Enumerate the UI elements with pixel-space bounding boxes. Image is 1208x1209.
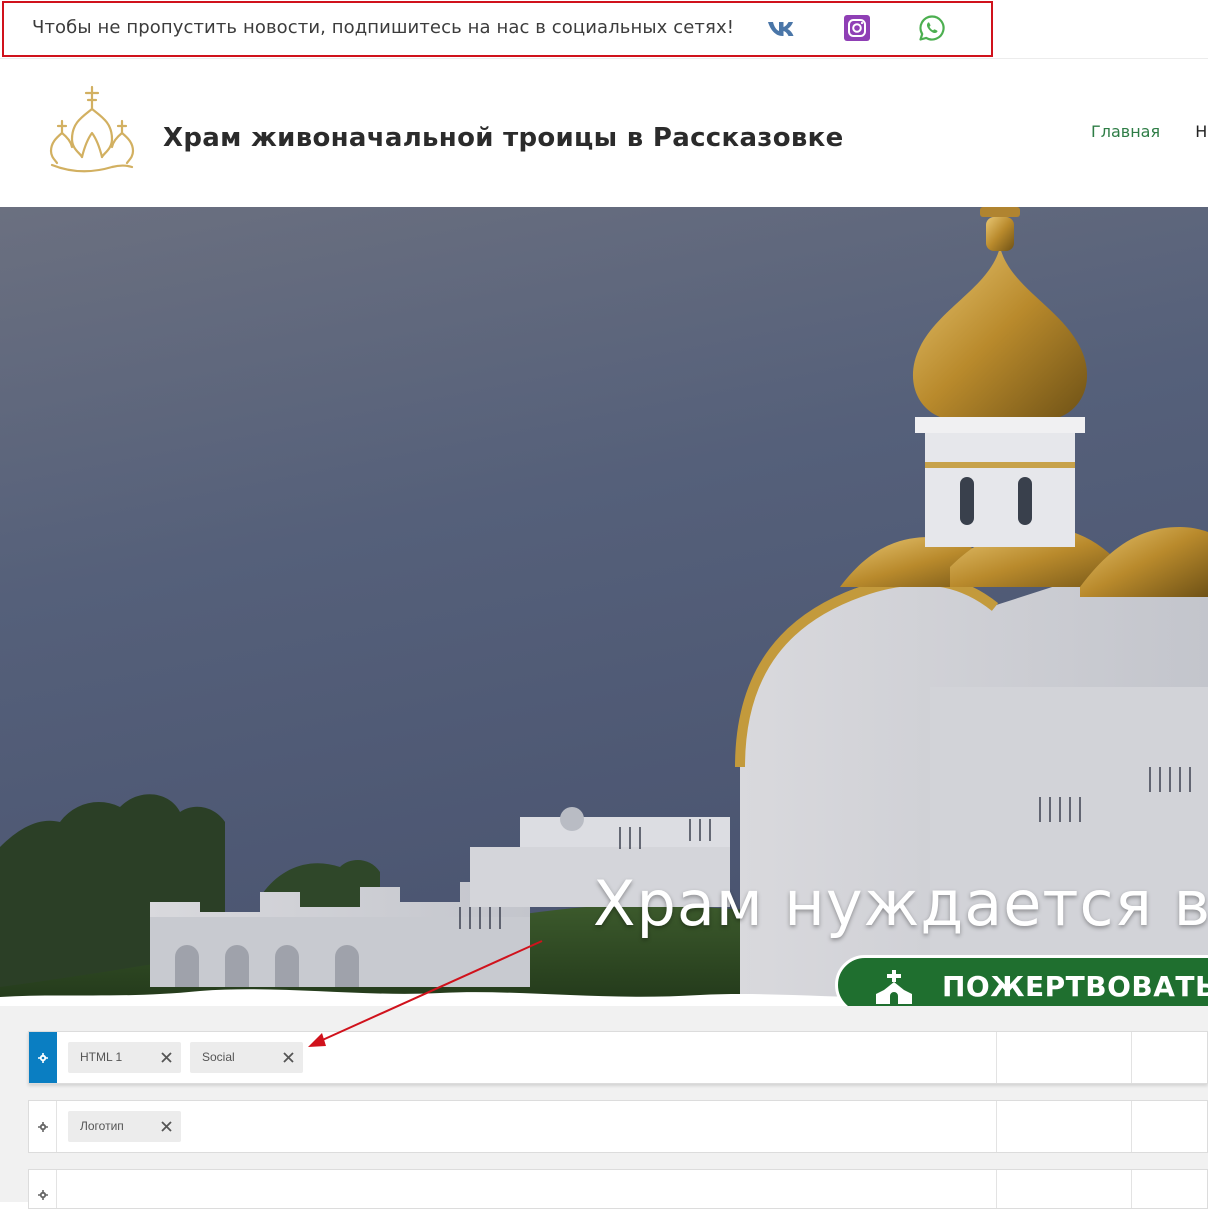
church-logo-icon[interactable] bbox=[46, 83, 138, 179]
vk-icon[interactable] bbox=[766, 14, 794, 42]
row-settings-handle[interactable] bbox=[29, 1101, 57, 1152]
column-divider bbox=[996, 1101, 997, 1152]
gear-icon bbox=[38, 1190, 48, 1200]
builder-row-bottom[interactable] bbox=[28, 1169, 1208, 1209]
row-settings-handle[interactable] bbox=[29, 1032, 57, 1083]
column-divider bbox=[1131, 1032, 1132, 1083]
close-icon[interactable] bbox=[161, 1121, 172, 1132]
main-nav: Главная Но bbox=[1091, 122, 1208, 141]
chip-label: Social bbox=[202, 1050, 235, 1064]
nav-item-home[interactable]: Главная bbox=[1091, 122, 1160, 141]
column-divider bbox=[996, 1170, 997, 1208]
element-chip-social[interactable]: Social bbox=[190, 1042, 303, 1073]
close-icon[interactable] bbox=[283, 1052, 294, 1063]
column-divider bbox=[1131, 1101, 1132, 1152]
donate-label: ПОЖЕРТВОВАТЬ bbox=[942, 970, 1208, 1003]
topbar-message: Чтобы не пропустить новости, подпишитесь… bbox=[32, 17, 735, 38]
whatsapp-icon[interactable] bbox=[918, 14, 946, 42]
chip-label: Логотип bbox=[80, 1119, 124, 1133]
site-header: Храм живоначальной троицы в Рассказовке … bbox=[0, 59, 1208, 206]
nav-item-news[interactable]: Но bbox=[1195, 122, 1208, 141]
hero-heading: Храм нуждается в bbox=[593, 867, 1208, 940]
church-icon bbox=[876, 970, 912, 1004]
chip-label: HTML 1 bbox=[80, 1050, 123, 1064]
social-topbar: Чтобы не пропустить новости, подпишитесь… bbox=[0, 0, 1208, 59]
element-chip-html1[interactable]: HTML 1 bbox=[68, 1042, 181, 1073]
builder-row-top[interactable]: HTML 1 Social bbox=[28, 1031, 1208, 1084]
gear-icon bbox=[38, 1053, 48, 1063]
header-builder-panel: HTML 1 Social Логотип bbox=[0, 1006, 1208, 1209]
donate-button[interactable]: ПОЖЕРТВОВАТЬ bbox=[835, 955, 1208, 1007]
instagram-icon[interactable] bbox=[843, 14, 871, 42]
site-title[interactable]: Храм живоначальной троицы в Рассказовке bbox=[163, 123, 844, 153]
element-chip-logo[interactable]: Логотип bbox=[68, 1111, 181, 1142]
row-settings-handle[interactable] bbox=[29, 1170, 57, 1208]
close-icon[interactable] bbox=[161, 1052, 172, 1063]
builder-row-main[interactable]: Логотип bbox=[28, 1100, 1208, 1153]
hero-banner: Храм нуждается в ПОЖЕРТВОВАТЬ bbox=[0, 207, 1208, 1007]
column-divider bbox=[996, 1032, 997, 1083]
column-divider bbox=[1131, 1170, 1132, 1208]
gear-icon bbox=[38, 1122, 48, 1132]
